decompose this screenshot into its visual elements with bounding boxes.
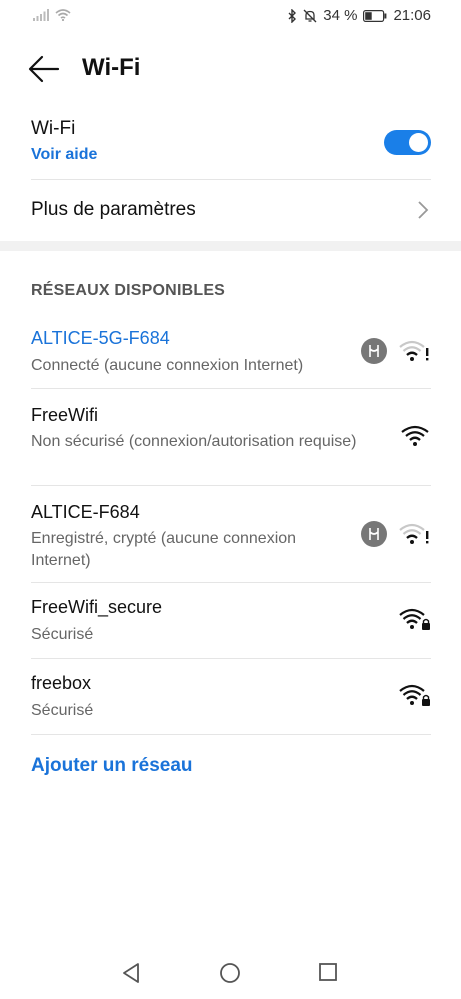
wifi-switch[interactable]	[384, 130, 431, 155]
battery-icon	[363, 9, 387, 22]
network-item[interactable]: FreeWifi_secure Sécurisé	[31, 583, 431, 658]
network-item[interactable]: ALTICE-5G-F684 Connecté (aucune connexio…	[31, 320, 431, 388]
network-status: Non sécurisé (connexion/autorisation req…	[31, 433, 357, 450]
wifi-icon	[401, 425, 429, 446]
section-title: RÉSEAUX DISPONIBLES	[31, 282, 226, 299]
hotspot-icon	[361, 521, 387, 547]
clock: 21:06	[393, 7, 431, 24]
network-name: ALTICE-F684	[31, 502, 140, 522]
more-settings-label: Plus de paramètres	[31, 199, 196, 220]
switch-knob	[409, 133, 428, 152]
back-button[interactable]	[28, 54, 64, 86]
wifi-warning-icon	[399, 523, 429, 544]
home-circle-icon[interactable]	[219, 962, 241, 984]
network-item[interactable]: ALTICE-F684 Enregistré, crypté (aucune c…	[31, 486, 431, 582]
system-nav-bar	[0, 952, 461, 999]
wifi-label: Wi-Fi	[31, 118, 76, 139]
network-icons	[399, 607, 431, 631]
back-triangle-icon[interactable]	[121, 962, 141, 984]
network-icons	[361, 338, 431, 364]
network-status: Enregistré, crypté (aucune connexion Int…	[31, 530, 297, 569]
network-item[interactable]: freebox Sécurisé	[31, 659, 431, 734]
network-item[interactable]: FreeWifi Non sécurisé (connexion/autoris…	[31, 389, 431, 485]
chevron-right-icon	[418, 201, 429, 219]
notifications-muted-icon	[303, 9, 317, 22]
arrow-left-icon	[28, 55, 60, 83]
network-name: freebox	[31, 673, 92, 693]
wifi-lock-icon	[399, 608, 430, 630]
hotspot-icon	[361, 338, 387, 364]
wifi-warning-icon	[399, 340, 429, 361]
network-name: FreeWifi	[31, 405, 98, 425]
bluetooth-icon	[288, 8, 297, 23]
network-name: FreeWifi_secure	[31, 597, 163, 617]
status-bar: 34 % 21:06	[0, 0, 461, 34]
recents-square-icon[interactable]	[318, 962, 338, 982]
page-title: Wi-Fi	[82, 54, 141, 81]
network-name: ALTICE-5G-F684	[31, 328, 170, 348]
divider	[31, 734, 431, 735]
status-left	[33, 9, 71, 21]
battery-percentage: 34 %	[323, 7, 358, 24]
network-icons	[361, 521, 431, 547]
network-status: Sécurisé	[31, 702, 94, 719]
network-status: Connecté (aucune connexion Internet)	[31, 357, 304, 374]
network-icons	[399, 683, 431, 707]
network-status: Sécurisé	[31, 626, 94, 643]
help-link[interactable]: Voir aide	[31, 146, 97, 164]
section-separator	[0, 241, 461, 251]
network-icons	[399, 424, 431, 448]
wifi-lock-icon	[399, 684, 430, 706]
add-network-button[interactable]: Ajouter un réseau	[31, 755, 193, 777]
wifi-icon	[55, 9, 71, 21]
wifi-toggle-row: Wi-Fi Voir aide	[31, 116, 431, 178]
more-settings-row[interactable]: Plus de paramètres	[31, 180, 431, 240]
app-header: Wi-Fi	[0, 42, 461, 96]
signal-icon	[33, 9, 49, 21]
status-right: 34 % 21:06	[287, 7, 431, 24]
